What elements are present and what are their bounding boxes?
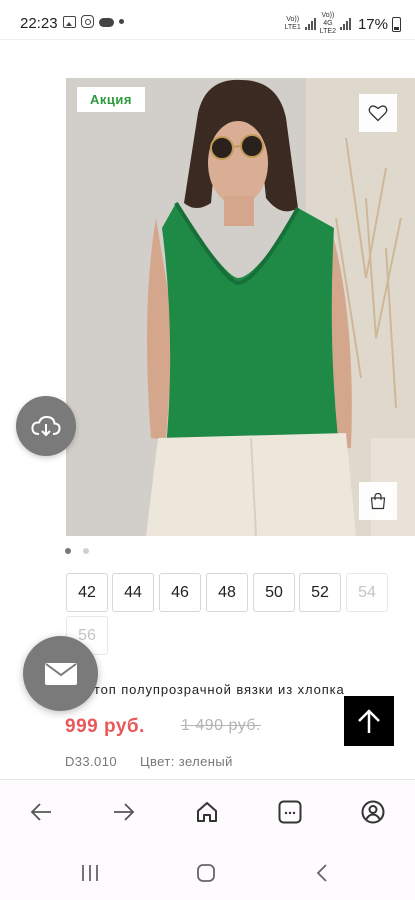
lte1-text: LTE1 (284, 24, 301, 31)
favorite-button[interactable] (359, 94, 397, 132)
recent-apps-button[interactable] (72, 860, 108, 886)
mail-button[interactable] (23, 636, 98, 711)
size-option-44[interactable]: 44 (112, 573, 154, 612)
browser-forward-button[interactable] (106, 794, 142, 830)
product-image[interactable]: Акция (66, 78, 415, 536)
carousel-dot-1[interactable] (65, 548, 71, 554)
notification-icons (63, 15, 124, 28)
size-option-50[interactable]: 50 (253, 573, 295, 612)
browser-toolbar (0, 780, 415, 844)
lte2-text: LTE2 (319, 28, 336, 35)
instagram-icon (81, 15, 94, 28)
volte1-text: Vo)) (286, 16, 300, 23)
signal1-icon (304, 18, 316, 30)
cloud-icon (99, 18, 114, 27)
product-color: Цвет: зеленый (140, 754, 233, 769)
system-back-button[interactable] (304, 860, 340, 886)
size-option-54: 54 (346, 573, 388, 612)
product-sku: D33.010 (65, 754, 117, 769)
lte2-label: Vo)) 4G LTE2 (320, 12, 336, 36)
browser-account-button[interactable] (355, 794, 391, 830)
battery-percent: 17% (357, 15, 388, 33)
status-bar: 22:23 Vo)) LTE1 Vo)) 4G LTE2 17% (0, 0, 415, 48)
shopping-bag-icon (370, 492, 386, 510)
size-option-42[interactable]: 42 (66, 573, 108, 612)
volte2-text: Vo)) (321, 12, 335, 19)
gallery-icon (63, 15, 76, 28)
image-carousel-dots (65, 548, 89, 554)
mail-icon (44, 662, 77, 685)
browser-tabs-button[interactable] (272, 794, 308, 830)
scroll-to-top-button[interactable] (344, 696, 394, 746)
system-navigation-bar (0, 844, 415, 900)
size-option-48[interactable]: 48 (206, 573, 248, 612)
signal2-icon (339, 18, 351, 30)
chevron-left-icon (316, 864, 327, 882)
system-home-icon (197, 864, 215, 882)
arrow-right-icon (114, 803, 135, 821)
cloud-download-icon (31, 415, 61, 437)
cloud-download-button[interactable] (16, 396, 76, 456)
tabs-icon (278, 800, 302, 824)
heart-icon (368, 105, 388, 122)
recent-apps-icon (82, 865, 98, 881)
browser-home-button[interactable] (189, 794, 225, 830)
status-indicators: Vo)) LTE1 Vo)) 4G LTE2 17% (285, 12, 401, 36)
battery-icon (392, 16, 401, 32)
system-home-button[interactable] (188, 860, 224, 886)
sale-badge: Акция (77, 87, 145, 112)
add-to-cart-button[interactable] (359, 482, 397, 520)
4g-text: 4G (323, 20, 333, 27)
sale-price: 999 руб. (65, 716, 145, 737)
lte1-label: Vo)) LTE1 (285, 16, 301, 32)
home-icon (197, 802, 217, 822)
arrow-left-icon (30, 803, 51, 821)
status-time: 22:23 (20, 15, 58, 32)
size-option-52[interactable]: 52 (299, 573, 341, 612)
arrow-up-icon (358, 709, 380, 733)
notification-dot-icon (119, 19, 124, 24)
size-option-46[interactable]: 46 (159, 573, 201, 612)
carousel-dot-2[interactable] (83, 548, 89, 554)
old-price: 1 490 руб. (181, 717, 261, 734)
account-icon (361, 800, 385, 824)
product-title: ний топ полупрозрачной вязки из хлопка (65, 682, 345, 697)
top-divider (0, 39, 415, 40)
product-photo (66, 78, 415, 536)
browser-back-button[interactable] (23, 794, 59, 830)
